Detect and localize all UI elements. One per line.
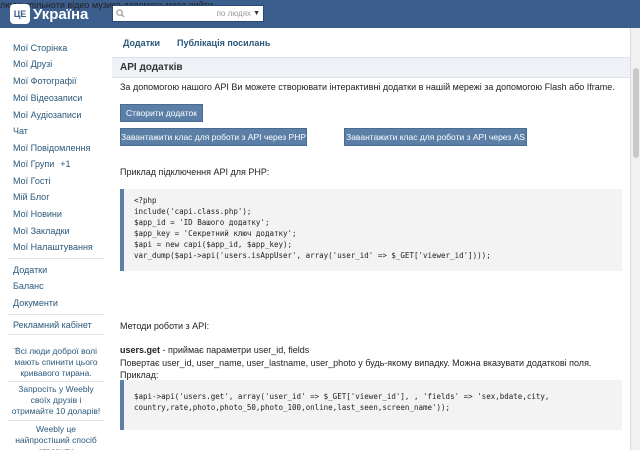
sidebar-item-my-page[interactable]: Мої Сторінка — [13, 43, 67, 53]
sidebar-item-groups-label: Мої Групи — [13, 159, 55, 169]
sidebar-item-audio[interactable]: Мої Аудіозаписи — [13, 110, 81, 120]
tab-link-publishing[interactable]: Публікація посилань — [177, 38, 270, 48]
sidebar-divider — [8, 258, 104, 259]
sidebar-item-videos[interactable]: Мої Відеозаписи — [13, 93, 82, 103]
intro-text: За допомогою нашого API Ви можете створю… — [120, 82, 615, 92]
promo-block-2[interactable]: Запросіть у Weebly своїх друзів і отрима… — [10, 384, 102, 417]
sidebar: Мої Сторінка Мої Друзі Мої Фотографії Мо… — [0, 28, 112, 450]
scrollbar-thumb[interactable] — [633, 68, 639, 158]
tab-apps[interactable]: Додатки — [123, 38, 160, 48]
search-box[interactable]: по людях ▼ — [112, 5, 264, 22]
section-header: API додатків — [112, 58, 630, 78]
sidebar-item-chat[interactable]: Чат — [13, 126, 28, 136]
sidebar-item-messages[interactable]: Мої Повідомлення — [13, 143, 90, 153]
page-scrollbar[interactable] — [630, 28, 640, 450]
sidebar-item-news[interactable]: Мої Новини — [13, 209, 62, 219]
download-as-button[interactable]: Завантажити клас для роботи з API через … — [344, 128, 527, 146]
create-app-button[interactable]: Створити додаток — [120, 104, 203, 122]
main-area: Додатки Публікація посилань API додатків… — [112, 28, 640, 450]
sidebar-item-blog[interactable]: Мій Блог — [13, 192, 49, 202]
page-title: API додатків — [120, 62, 183, 73]
method-returns: Повертає user_id, user_name, user_lastna… — [120, 358, 592, 368]
groups-count-badge: +1 — [60, 159, 71, 169]
sidebar-item-balance[interactable]: Баланс — [13, 281, 44, 291]
sidebar-item-ads-cabinet[interactable]: Рекламний кабінет — [13, 320, 92, 330]
sidebar-item-documents[interactable]: Документи — [13, 298, 58, 308]
top-bar: ЦЕ Україна по людях ▼ люди спільноти від… — [0, 0, 640, 28]
logo-badge: ЦЕ — [10, 4, 30, 24]
php-code: <?php include('capi.class.php'); $app_id… — [134, 196, 491, 260]
php-code-block: <?php include('capi.class.php'); $app_id… — [120, 189, 622, 271]
sidebar-divider — [8, 334, 104, 335]
chevron-down-icon: ▼ — [253, 10, 260, 17]
sidebar-item-photos[interactable]: Мої Фотографії — [13, 76, 76, 86]
method-line: users.get - приймає параметри user_id, f… — [120, 345, 309, 355]
sidebar-divider — [8, 420, 104, 421]
site-logo[interactable]: ЦЕ Україна — [10, 3, 88, 25]
sidebar-item-guests[interactable]: Мої Гості — [13, 176, 51, 186]
promo-block-3[interactable]: Weebly це найпростіший спосіб створити — [10, 424, 102, 450]
content-panel: API додатків За допомогою нашого API Ви … — [112, 58, 630, 450]
sidebar-divider — [8, 381, 104, 382]
promo-block-1[interactable]: Всі люди доброї волі мають спинити цього… — [10, 346, 102, 379]
example2-code: $api->api('users.get', array('user_id' =… — [134, 392, 550, 412]
search-icon — [113, 9, 127, 18]
search-input[interactable] — [127, 6, 217, 21]
methods-label: Методи роботи з API: — [120, 321, 210, 331]
example2-label: Приклад: — [120, 370, 159, 380]
method-name: users.get — [120, 345, 161, 355]
download-php-button[interactable]: Завантажити клас для роботи з API через … — [120, 128, 307, 146]
tab-bar: Додатки Публікація посилань — [112, 28, 630, 58]
search-scope-label: по людях — [216, 9, 252, 18]
method-description: - приймає параметри user_id, fields — [160, 345, 310, 355]
logo-text: Україна — [33, 5, 89, 23]
sidebar-item-settings[interactable]: Мої Налаштування — [13, 242, 93, 252]
sidebar-item-apps[interactable]: Додатки — [13, 265, 47, 275]
example2-code-block: $api->api('users.get', array('user_id' =… — [120, 380, 622, 430]
sidebar-divider — [8, 314, 104, 315]
sidebar-item-bookmarks[interactable]: Мої Закладки — [13, 226, 70, 236]
example-label: Приклад підключення API для PHP: — [120, 167, 270, 177]
sidebar-item-groups[interactable]: Мої Групи +1 — [13, 159, 71, 169]
search-scope-select[interactable]: по людях ▼ — [217, 9, 263, 18]
sidebar-item-friends[interactable]: Мої Друзі — [13, 59, 52, 69]
